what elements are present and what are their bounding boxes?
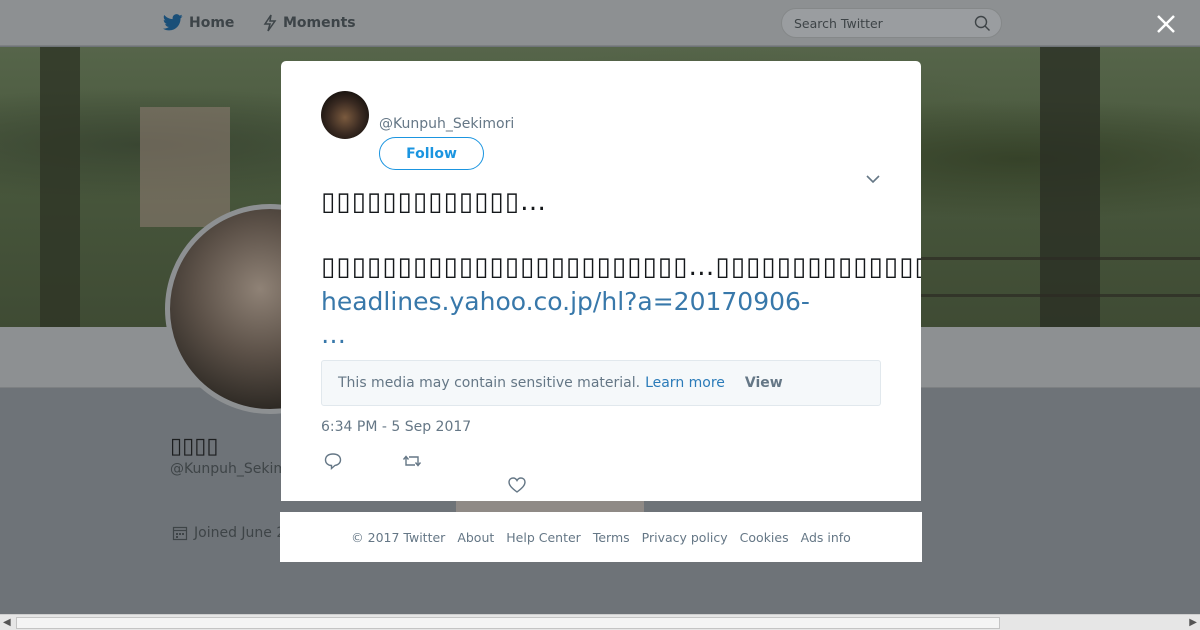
tweet-link-url[interactable]: headlines.yahoo.co.jp/hl?a=20170906- xyxy=(321,287,810,316)
lightning-icon xyxy=(263,14,277,32)
top-navigation-bar: Home Moments Search Twitter xyxy=(0,0,1200,46)
tweet-author-avatar[interactable] xyxy=(321,91,369,139)
footer-bar: © 2017 Twitter About Help Center Terms P… xyxy=(280,512,922,562)
view-button[interactable]: View xyxy=(745,375,783,391)
banner-fence xyxy=(900,257,1200,297)
tweet-timestamp[interactable]: 6:34 PM - 5 Sep 2017 xyxy=(321,419,471,435)
tweet-author-handle[interactable]: @Kunpuh_Sekimori xyxy=(379,116,514,132)
footer-about-link[interactable]: About xyxy=(457,530,494,545)
retweet-icon[interactable] xyxy=(402,451,422,471)
search-placeholder: Search Twitter xyxy=(794,16,883,31)
scrollbar-thumb[interactable] xyxy=(16,617,1000,629)
profile-display-name: ▯▯▯▯ xyxy=(170,434,219,459)
twitter-bird-icon xyxy=(163,14,183,31)
tweet-link[interactable]: headlines.yahoo.co.jp/hl?a=20170906- … xyxy=(321,285,881,351)
profile-handle: @Kunpuh_Sekim xyxy=(170,461,287,477)
footer-copyright: © 2017 Twitter xyxy=(351,529,446,545)
footer-ads-link[interactable]: Ads info xyxy=(801,530,851,545)
heart-icon[interactable] xyxy=(507,475,527,495)
learn-more-link[interactable]: Learn more xyxy=(645,375,725,391)
search-input[interactable]: Search Twitter xyxy=(781,8,1002,38)
banner-building xyxy=(140,107,230,227)
footer-terms-link[interactable]: Terms xyxy=(593,530,630,545)
nav-moments[interactable]: Moments xyxy=(263,14,356,32)
background-media-sliver xyxy=(456,501,644,512)
joined-text: Joined June 2 xyxy=(194,525,286,541)
profile-joined: Joined June 2 xyxy=(172,525,285,541)
reply-icon[interactable] xyxy=(323,451,343,471)
scroll-left-icon[interactable]: ◀ xyxy=(3,617,11,628)
sensitive-media-warning: This media may contain sensitive materia… xyxy=(321,360,881,406)
nav-home[interactable]: Home xyxy=(163,14,234,31)
tweet-text-line: ▯▯▯▯▯▯▯▯▯▯▯▯▯▯▯▯▯▯▯▯▯▯▯▯…▯▯▯▯▯▯▯▯▯▯▯▯▯▯▯… xyxy=(321,252,921,282)
horizontal-scrollbar[interactable]: ◀ ▶ xyxy=(0,614,1200,630)
footer-help-link[interactable]: Help Center xyxy=(506,530,581,545)
nav-home-label: Home xyxy=(189,14,235,31)
follow-button[interactable]: Follow xyxy=(379,137,484,170)
scroll-right-icon[interactable]: ▶ xyxy=(1189,617,1197,628)
nav-moments-label: Moments xyxy=(283,15,356,31)
tweet-link-ellipsis[interactable]: … xyxy=(321,320,346,349)
close-icon[interactable] xyxy=(1152,10,1180,38)
footer-privacy-link[interactable]: Privacy policy xyxy=(642,530,728,545)
search-icon[interactable] xyxy=(974,15,991,32)
tweet-modal: @Kunpuh_Sekimori Follow ▯▯▯▯▯▯▯▯▯▯▯▯▯… ▯… xyxy=(281,61,921,501)
tweet-text-line: ▯▯▯▯▯▯▯▯▯▯▯▯▯… xyxy=(321,187,547,217)
sensitive-text: This media may contain sensitive materia… xyxy=(338,375,641,391)
banner-tree xyxy=(40,47,80,327)
calendar-icon xyxy=(172,526,188,541)
chevron-down-icon[interactable] xyxy=(865,172,881,186)
footer-cookies-link[interactable]: Cookies xyxy=(740,530,789,545)
